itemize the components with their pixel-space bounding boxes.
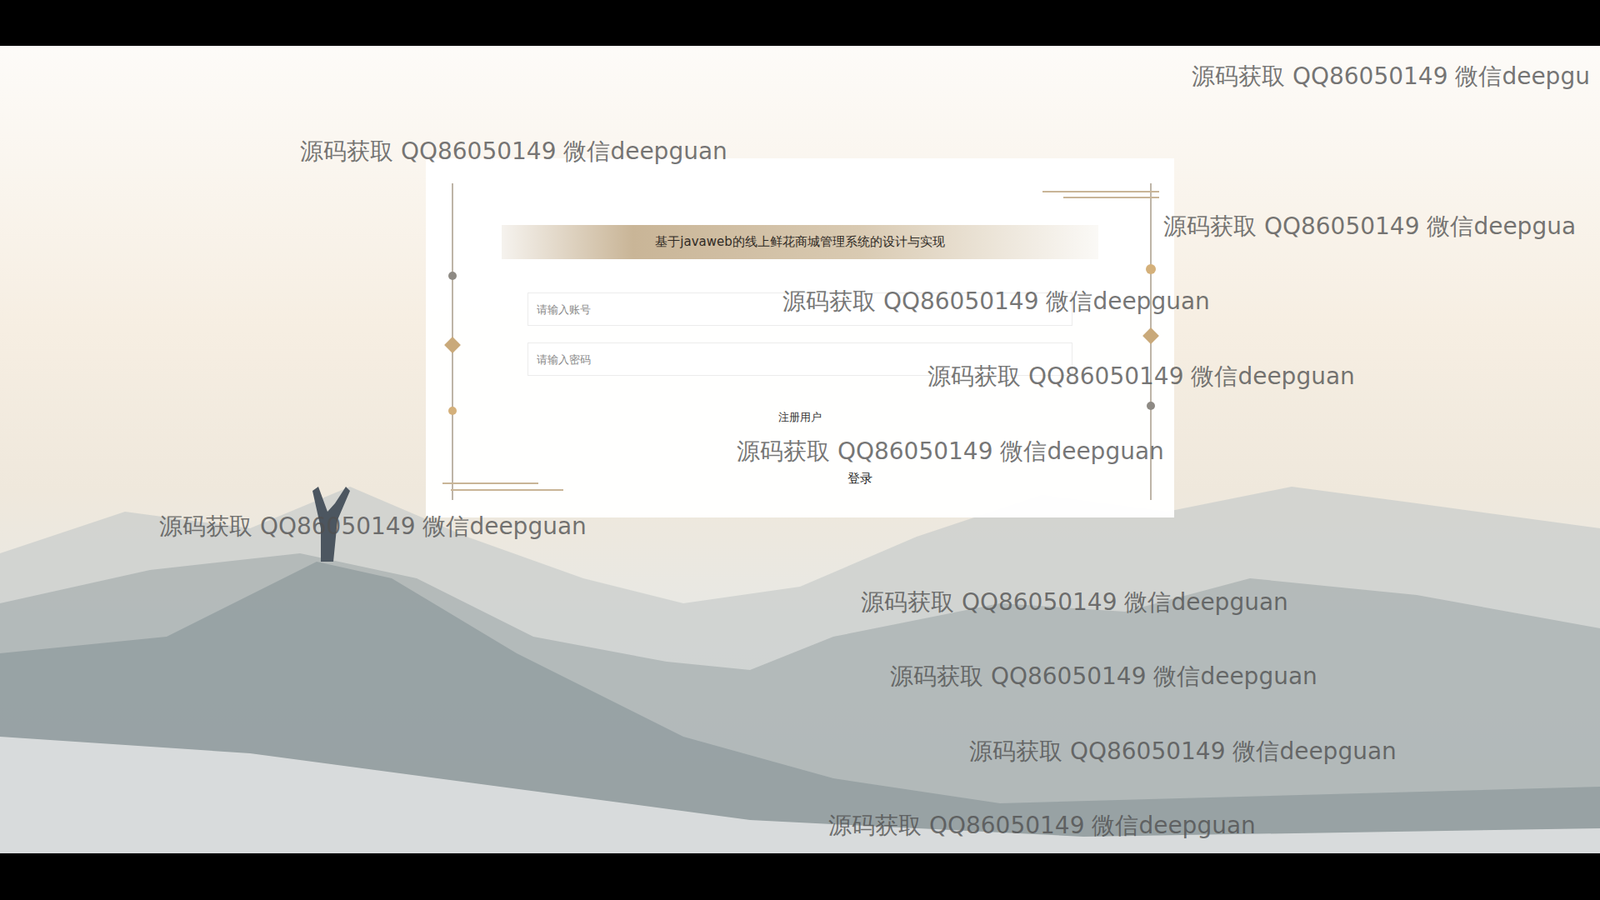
watermark: 源码获取 QQ86050149 微信deepguan xyxy=(828,811,1256,840)
watermark: 源码获取 QQ86050149 微信deepguan xyxy=(969,737,1397,766)
watermark: 源码获取 QQ86050149 微信deepgu xyxy=(1191,62,1590,91)
ornament-icon xyxy=(425,158,1175,518)
login-button[interactable]: 登录 xyxy=(840,467,880,490)
password-input[interactable] xyxy=(527,342,1073,376)
register-link[interactable]: 注册用户 xyxy=(775,408,825,427)
account-input[interactable] xyxy=(527,292,1073,326)
login-stage: 基于javaweb的线上鲜花商城管理系统的设计与实现注册用户登录 xyxy=(0,45,1600,854)
login-card: 基于javaweb的线上鲜花商城管理系统的设计与实现注册用户登录 xyxy=(425,158,1175,518)
watermark: 源码获取 QQ86050149 微信deepgua xyxy=(1163,212,1576,241)
watermark: 源码获取 QQ86050149 微信deepguan xyxy=(860,588,1289,617)
bottom-bar xyxy=(0,853,1600,900)
login-page: 基于javaweb的线上鲜花商城管理系统的设计与实现注册用户登录源码获取 QQ8… xyxy=(0,0,1600,900)
system-title: 基于javaweb的线上鲜花商城管理系统的设计与实现 xyxy=(501,225,1099,260)
watermark: 源码获取 QQ86050149 微信deepguan xyxy=(890,662,1318,691)
top-bar xyxy=(0,0,1600,46)
